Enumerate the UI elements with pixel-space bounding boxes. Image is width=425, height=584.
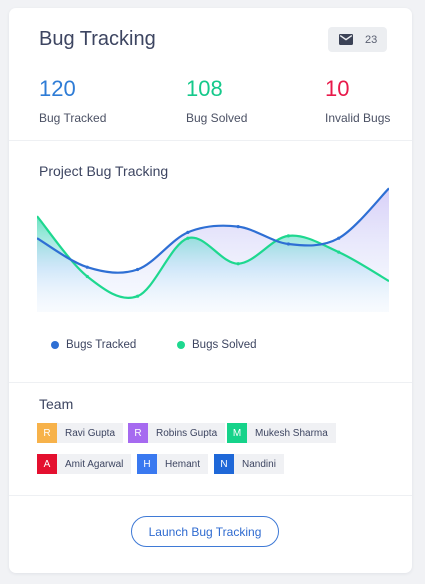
divider <box>9 382 412 383</box>
team-title: Team <box>39 396 74 412</box>
stat-label: Bug Solved <box>186 111 248 125</box>
legend-label: Bugs Solved <box>192 339 257 351</box>
launch-bug-tracking-button[interactable]: Launch Bug Tracking <box>131 516 279 547</box>
stat-label: Bug Tracked <box>39 111 107 125</box>
chart-plot-area <box>37 187 389 312</box>
team-member[interactable]: H Hemant <box>137 454 209 474</box>
legend-bugs-tracked: Bugs Tracked <box>51 339 136 351</box>
avatar: M <box>227 423 247 443</box>
member-name: Robins Gupta <box>156 427 218 439</box>
stat-bug-tracked: 120 Bug Tracked <box>39 76 106 125</box>
point-bugs-tracked[interactable] <box>85 265 89 269</box>
point-bugs-tracked[interactable] <box>236 225 240 229</box>
card-title: Bug Tracking <box>39 28 156 50</box>
stat-value: 108 <box>186 76 223 101</box>
legend-bugs-solved: Bugs Solved <box>177 339 257 351</box>
stat-bug-solved: 108 Bug Solved <box>186 76 247 125</box>
card-header: Bug Tracking 23 120 Bug Tracked 108 Bug … <box>9 8 412 140</box>
avatar: N <box>214 454 234 474</box>
point-bugs-solved[interactable] <box>85 274 89 279</box>
stat-value: 120 <box>39 76 76 101</box>
member-name: Mukesh Sharma <box>255 427 328 439</box>
point-bugs-tracked[interactable] <box>337 236 341 240</box>
member-name: Hemant <box>165 458 201 470</box>
mail-button[interactable]: 23 <box>328 27 387 52</box>
avatar: A <box>37 454 57 474</box>
point-bugs-solved[interactable] <box>135 294 140 298</box>
point-bugs-solved[interactable] <box>236 262 240 266</box>
team-member[interactable]: M Mukesh Sharma <box>227 423 336 443</box>
avatar: H <box>137 454 157 474</box>
avatar: R <box>128 423 148 443</box>
mail-icon <box>339 34 353 45</box>
chart-title: Project Bug Tracking <box>39 163 169 179</box>
point-bugs-solved[interactable] <box>337 250 341 254</box>
member-name: Nandini <box>242 458 276 470</box>
team-member[interactable]: R Ravi Gupta <box>37 423 124 443</box>
divider <box>9 140 412 141</box>
legend-dot <box>51 341 59 349</box>
bug-tracking-card: Bug Tracking 23 120 Bug Tracked 108 Bug … <box>9 8 412 573</box>
stat-label: Invalid Bugs <box>325 111 391 125</box>
team-member[interactable]: N Nandini <box>214 454 284 474</box>
member-name: Amit Agarwal <box>65 458 124 470</box>
point-bugs-tracked[interactable] <box>186 230 190 234</box>
avatar: R <box>37 423 57 443</box>
bug-chart <box>37 187 389 312</box>
stat-invalid-bugs: 10 Invalid Bugs <box>325 76 390 125</box>
point-bugs-solved[interactable] <box>186 236 190 240</box>
stat-value: 10 <box>325 76 350 101</box>
team-member[interactable]: A Amit Agarwal <box>37 454 132 474</box>
divider <box>9 495 412 496</box>
legend-label: Bugs Tracked <box>66 339 137 351</box>
point-bugs-tracked[interactable] <box>286 242 291 246</box>
team-member[interactable]: R Robins Gupta <box>128 423 226 443</box>
point-bugs-solved[interactable] <box>286 234 291 238</box>
legend-dot <box>177 341 185 349</box>
member-name: Ravi Gupta <box>65 427 116 439</box>
mail-count: 23 <box>365 33 378 46</box>
point-bugs-tracked[interactable] <box>135 267 140 272</box>
